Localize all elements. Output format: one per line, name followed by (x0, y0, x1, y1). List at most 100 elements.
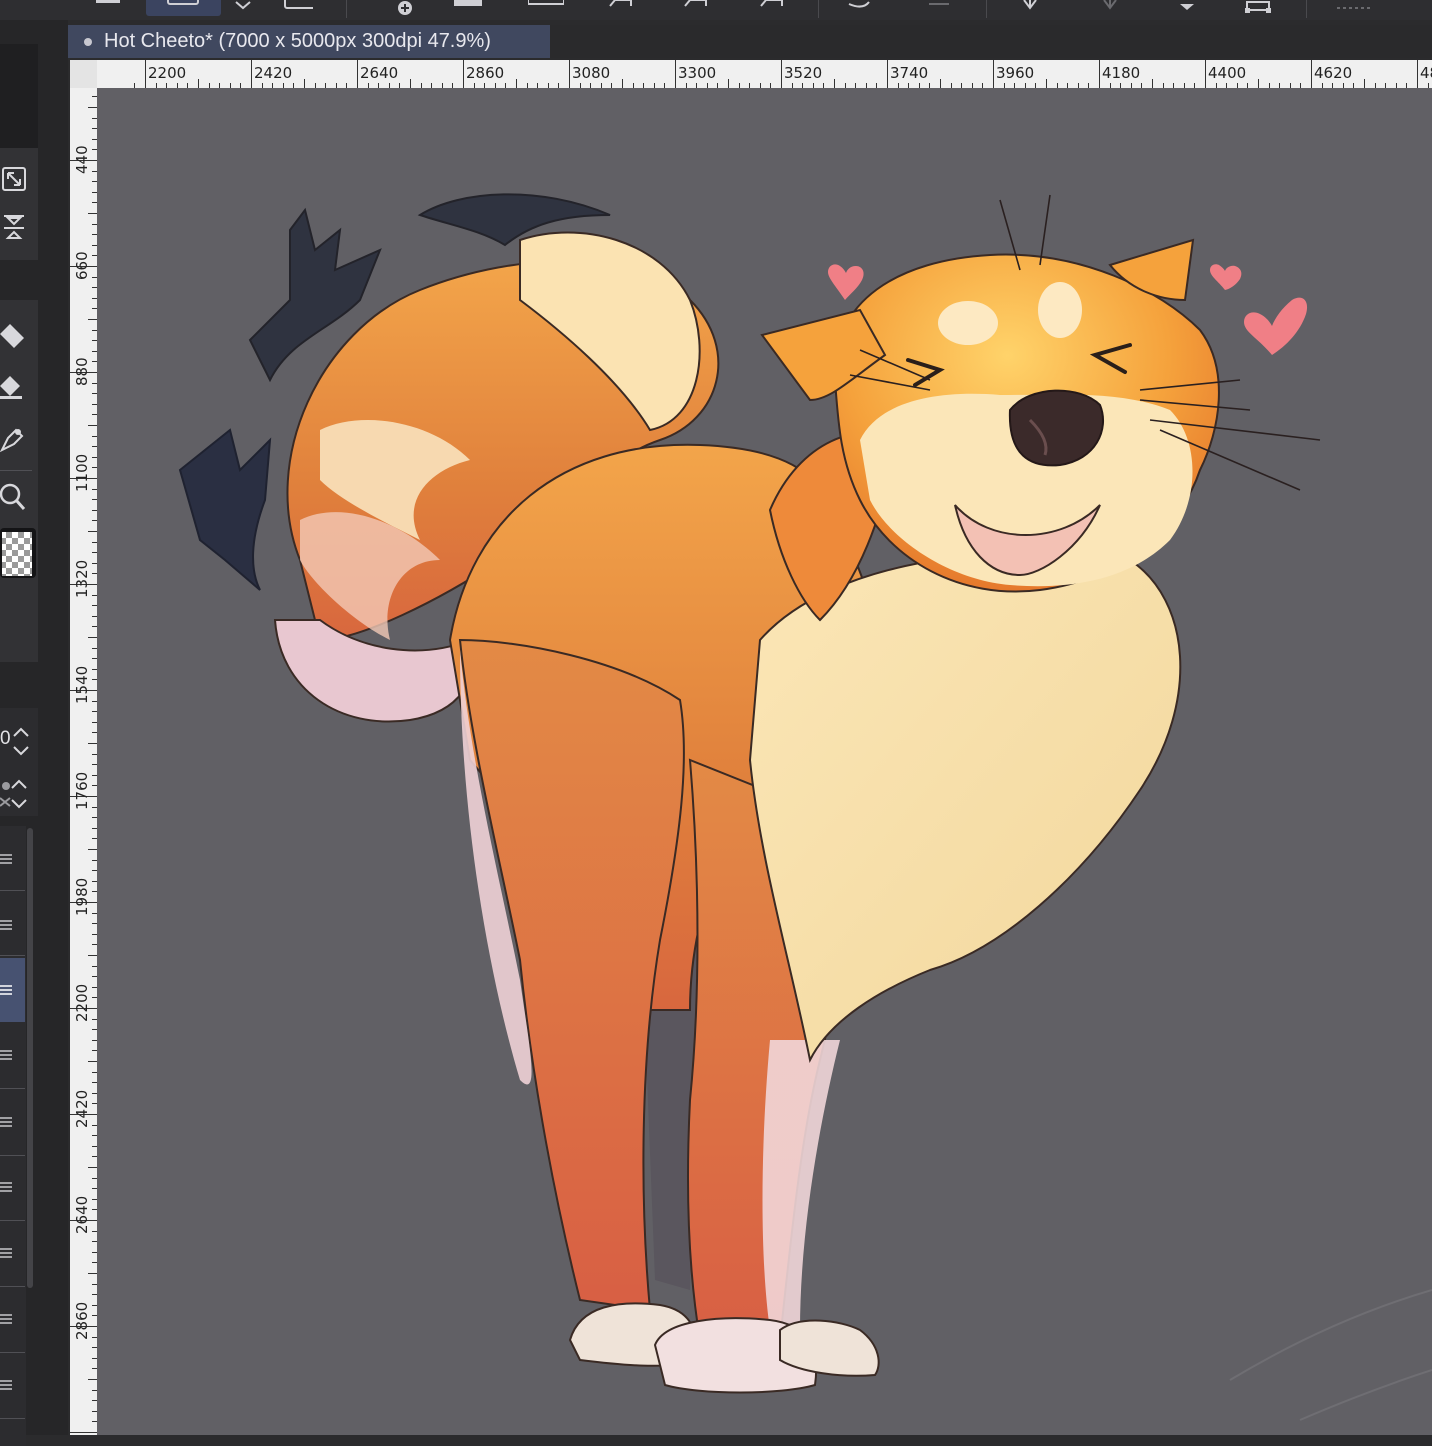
eraser-icon[interactable] (0, 372, 30, 402)
chevron-down-icon[interactable] (228, 0, 258, 16)
layer-divider (0, 1220, 25, 1221)
flip-vertical-icon[interactable] (0, 212, 30, 242)
layer-divider (0, 1352, 25, 1353)
ruler-v-label: 1980 (73, 877, 91, 916)
ruler-tick (1046, 79, 1047, 88)
ruler-tick (88, 849, 97, 850)
layer-menu-icon[interactable] (0, 1378, 14, 1392)
ruler-h-label: 3740 (890, 64, 929, 82)
ruler-tick (88, 1379, 97, 1380)
copy-layer-icon[interactable] (452, 0, 484, 16)
ruler-tick (88, 637, 97, 638)
layer-mode-button[interactable] (146, 0, 221, 16)
layer-menu-icon[interactable] (0, 1115, 14, 1129)
top-toolbar (0, 0, 1432, 20)
ruler-v-label: 440 (73, 145, 91, 174)
ruler-tick (675, 60, 676, 88)
ruler-tick (728, 79, 729, 88)
pen-icon[interactable] (0, 424, 30, 454)
layer-divider (0, 890, 25, 891)
heart-icon (828, 264, 864, 300)
add-layer-icon[interactable] (385, 0, 415, 16)
ruler-h-label: 3300 (678, 64, 717, 82)
ruler-tick (145, 60, 146, 88)
heart-icon (1244, 297, 1308, 355)
ruler-v-label: 1540 (73, 665, 91, 704)
ruler-tick (1152, 79, 1153, 88)
layer-down-icon[interactable] (605, 0, 635, 16)
artwork-shiba-dog (178, 193, 1432, 1421)
ruler-h-label: 48 (1420, 64, 1432, 82)
layer-menu-icon[interactable] (0, 1312, 14, 1326)
ruler-tick (1099, 60, 1100, 88)
vertical-ruler[interactable]: 440 660 880 1100 1320 1540 1760 1980 2200 2420 264… (70, 88, 97, 1435)
ruler-tick (1364, 79, 1365, 88)
ruler-v-label: 2640 (73, 1195, 91, 1234)
ruler-tick (88, 1273, 97, 1274)
layer-menu-icon[interactable] (0, 1180, 14, 1194)
layer-clip-icon[interactable] (756, 0, 786, 16)
brush-size-value[interactable]: 0 (0, 728, 11, 750)
modified-dot-icon (84, 37, 92, 46)
ruler-v-label: 2420 (73, 1089, 91, 1128)
ruler-tick (463, 60, 464, 88)
transparent-color-icon[interactable] (0, 526, 36, 580)
layer-menu-icon[interactable] (0, 983, 14, 997)
ruler-tick (516, 79, 517, 88)
layer-menu-icon[interactable] (0, 918, 14, 932)
tool-divider (0, 470, 32, 471)
ruler-tick (88, 531, 97, 532)
layer-menu-icon[interactable] (0, 852, 14, 866)
document-tab-title: Hot Cheeto* (7000 x 5000px 300dpi 47.9%) (104, 30, 491, 52)
horizontal-ruler[interactable]: 2200 2420 2640 2860 3080 3300 3520 3740 3960 4180… (97, 60, 1432, 88)
ruler-h-label: 2860 (466, 64, 505, 82)
selection-icon[interactable] (1335, 0, 1375, 16)
ruler-v-label: 2860 (73, 1301, 91, 1340)
chevron-up-icon[interactable] (10, 720, 32, 764)
layer-scrollbar[interactable] (27, 828, 33, 1288)
layer-up-icon[interactable] (680, 0, 710, 16)
merge-layer-icon[interactable] (527, 0, 565, 16)
ruler-tick (304, 79, 305, 88)
fill-icon[interactable] (0, 322, 30, 352)
document-tab[interactable]: Hot Cheeto* (7000 x 5000px 300dpi 47.9%) (68, 25, 550, 58)
effect-icon[interactable] (1095, 0, 1125, 16)
ruler-tick (251, 60, 252, 88)
ruler-tick (1417, 60, 1418, 88)
ruler-tick (88, 1061, 97, 1062)
tab-strip (550, 25, 1432, 58)
redo-icon[interactable] (925, 0, 955, 16)
ruler-tick (88, 955, 97, 956)
ruler-h-label: 4620 (1314, 64, 1353, 82)
ruler-h-label: 3080 (572, 64, 611, 82)
ruler-tick (1258, 79, 1259, 88)
tool-panel: 0 (0, 20, 68, 1446)
ruler-v-label: 1100 (73, 453, 91, 492)
layer-divider (0, 1418, 25, 1419)
ruler-tick (940, 79, 941, 88)
layer-divider (0, 955, 25, 956)
brush-density-icon[interactable] (0, 772, 30, 816)
ruler-tick (410, 79, 411, 88)
heart-icon (1210, 264, 1242, 290)
drawing-canvas[interactable] (97, 88, 1432, 1435)
layer-menu-icon[interactable] (0, 1048, 14, 1062)
droplet-icon[interactable] (1172, 0, 1202, 16)
ruler-tick (88, 743, 97, 744)
ruler-corner (70, 60, 97, 88)
menu-icon[interactable] (93, 0, 123, 16)
layer-divider (0, 1286, 25, 1287)
layer-divider (0, 1088, 25, 1089)
layer-menu-icon[interactable] (0, 1246, 14, 1260)
layer-divider (0, 1155, 25, 1156)
undo-icon[interactable] (845, 0, 875, 16)
ruler-tick (70, 1432, 97, 1433)
tool-group-drawing (0, 300, 38, 662)
zoom-icon[interactable] (0, 482, 30, 512)
ruler-tick (88, 319, 97, 320)
ruler-tick (781, 60, 782, 88)
resize-icon[interactable] (0, 165, 30, 195)
transform-icon[interactable] (1243, 0, 1273, 16)
new-layer-icon[interactable] (283, 0, 318, 16)
sparkle-icon[interactable] (1015, 0, 1045, 16)
